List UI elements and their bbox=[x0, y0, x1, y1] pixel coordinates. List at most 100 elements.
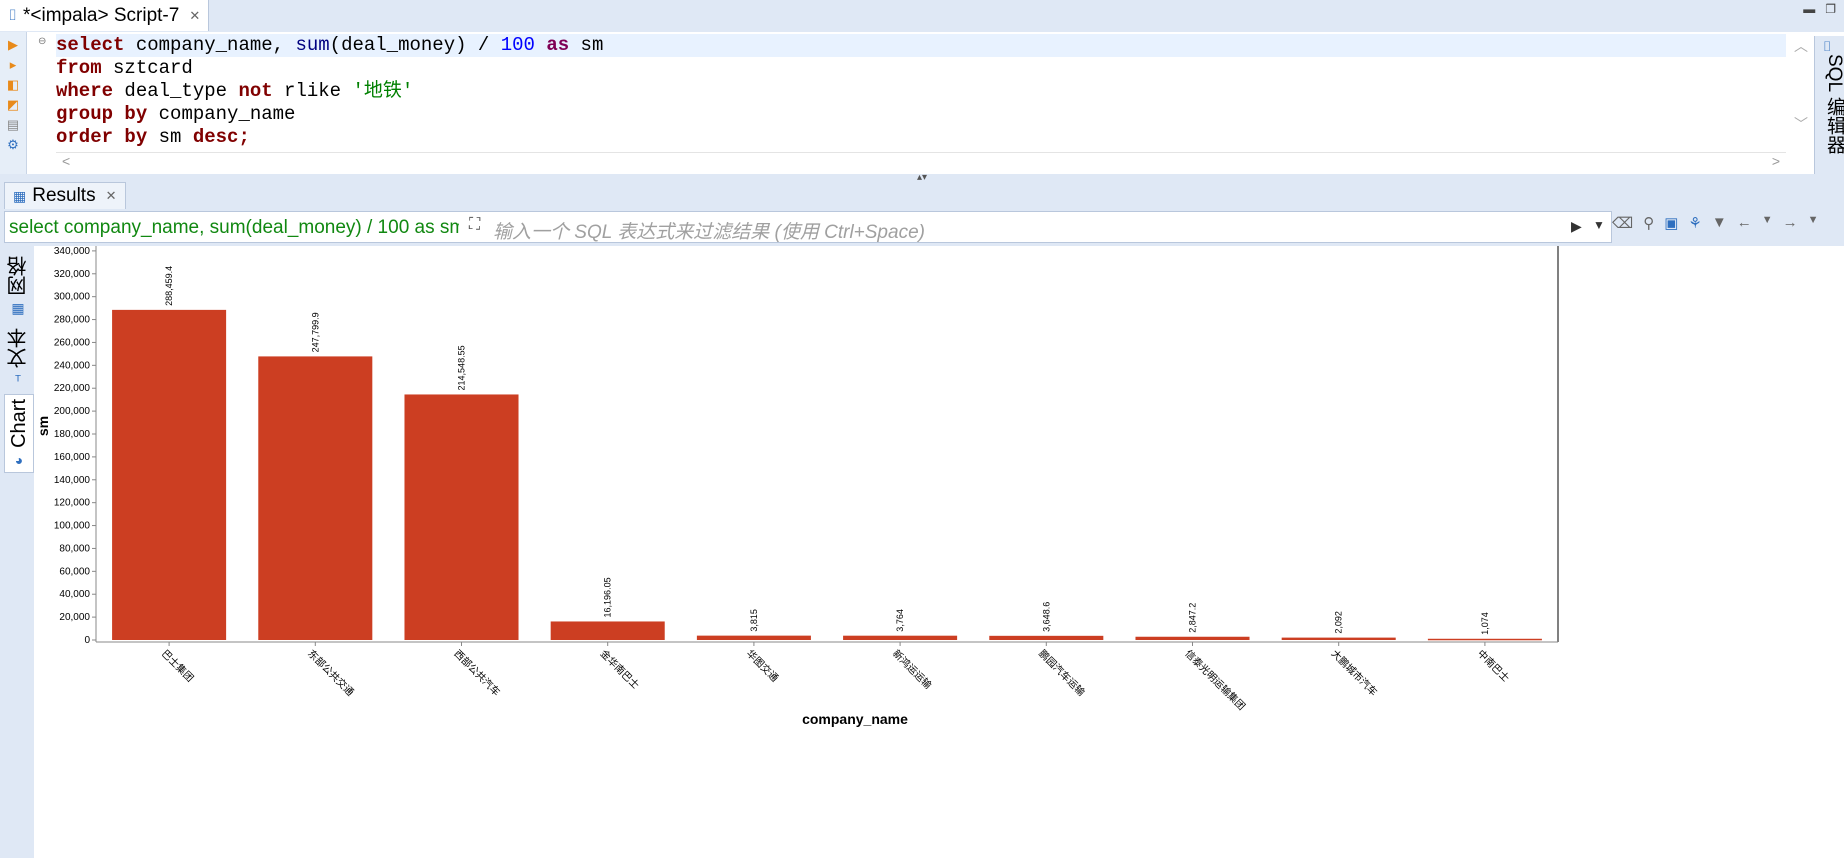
filter-input[interactable]: 输入一个 SQL 表达式来过滤结果 (使用 Ctrl+Space) bbox=[493, 217, 925, 244]
sql-editor-icon: ⌷ bbox=[1823, 38, 1832, 54]
vertical-scrollbar[interactable]: ︿ ﹀ bbox=[1790, 36, 1812, 148]
y-tick-label: 120,000 bbox=[54, 498, 91, 509]
sql-file-icon: ⌷ bbox=[8, 7, 18, 24]
data-label: 214,548.55 bbox=[457, 345, 467, 390]
explain-icon[interactable]: ◧ bbox=[6, 78, 20, 92]
y-tick-label: 140,000 bbox=[54, 475, 91, 486]
y-tick-label: 340,000 bbox=[54, 246, 91, 257]
bar bbox=[112, 309, 227, 640]
bar-chart: 0 20,000 40,000 60,000 80,000 100,000 120,000 1… bbox=[35, 246, 1559, 727]
y-tick-label: 60,000 bbox=[59, 566, 90, 577]
x-tick-label: 巴士集团 bbox=[159, 647, 196, 684]
tab-grid-label: 网格 bbox=[7, 256, 30, 296]
results-tab-bar: ▦ Results ✕ bbox=[0, 182, 1844, 210]
code-line[interactable]: order by sm desc; bbox=[56, 126, 1786, 149]
results-filter-bar[interactable]: select company_name, sum(deal_money) / 1… bbox=[4, 211, 1612, 243]
data-label: 288,459.4 bbox=[164, 266, 174, 306]
y-axis-title: sm bbox=[35, 416, 51, 436]
tab-text-label: 文本 bbox=[7, 328, 30, 368]
editor-toolbar: ▶ ▸ ◧ ◩ ▤ ⚙ bbox=[0, 32, 27, 174]
apply-filter-icon[interactable]: ▶ bbox=[1571, 218, 1582, 235]
x-tick-label: 东部公共交通 bbox=[305, 647, 357, 699]
results-toolbar: ⌫ ⚲ ▣ ⚘ ▼ ← ▼ → ▼ bbox=[1612, 214, 1819, 232]
close-icon[interactable]: ✕ bbox=[106, 188, 117, 204]
execute-icon[interactable]: ▶ bbox=[6, 38, 20, 52]
code-line[interactable]: from sztcard bbox=[56, 57, 1786, 80]
tab-script-7[interactable]: ⌷ *<impala> Script-7 ✕ bbox=[0, 0, 210, 31]
results-tab-label: Results bbox=[32, 185, 96, 206]
x-tick-label: 鹏园汽车运输 bbox=[1036, 647, 1088, 699]
close-icon[interactable]: ✕ bbox=[189, 8, 200, 24]
scroll-left-icon[interactable]: < bbox=[62, 153, 70, 169]
gear-icon[interactable]: ⚙ bbox=[6, 138, 20, 152]
tab-grid[interactable]: 网格 ▦ bbox=[4, 256, 32, 317]
minimize-icon[interactable]: ▬ bbox=[1803, 2, 1815, 16]
x-tick-label: 大鹏城市汽车 bbox=[1329, 647, 1381, 699]
panel-splitter[interactable]: ▴▾ bbox=[0, 173, 1844, 183]
y-tick-label: 300,000 bbox=[54, 292, 91, 303]
sql-editor-side-panel[interactable]: ⌷ SQL 编辑器 bbox=[1814, 36, 1844, 174]
data-label: 3,648.6 bbox=[1041, 602, 1051, 632]
results-view-switcher: 网格 ▦ 文本 ᵀ Chart ◕ bbox=[2, 246, 34, 858]
code-line[interactable]: where deal_type not rlike '地铁' bbox=[56, 80, 1786, 103]
y-tick-label: 0 bbox=[84, 635, 90, 646]
fold-icon[interactable]: ⊖ bbox=[38, 36, 46, 47]
erase-filter-icon[interactable]: ⌫ bbox=[1612, 214, 1633, 232]
x-tick-label: 华图交通 bbox=[744, 647, 781, 684]
scroll-down-icon[interactable]: ﹀ bbox=[1790, 114, 1812, 134]
code-text[interactable]: select company_name, sum(deal_money) / 1… bbox=[56, 34, 1786, 149]
scroll-right-icon[interactable]: > bbox=[1772, 153, 1780, 169]
tab-chart-label: Chart bbox=[7, 399, 30, 448]
text-icon: ᵀ bbox=[14, 372, 22, 388]
data-label: 2,092 bbox=[1334, 611, 1344, 634]
maximize-icon[interactable]: ❐ bbox=[1825, 2, 1836, 16]
active-query-text[interactable]: select company_name, sum(deal_money) / 1… bbox=[9, 217, 459, 239]
code-line[interactable]: select company_name, sum(deal_money) / 1… bbox=[56, 34, 1786, 57]
sql-editor-side-label: SQL 编辑器 bbox=[1824, 54, 1844, 154]
y-tick-label: 240,000 bbox=[54, 360, 91, 371]
tab-chart[interactable]: Chart ◕ bbox=[4, 394, 34, 473]
tab-results[interactable]: ▦ Results ✕ bbox=[4, 182, 126, 209]
y-tick-label: 20,000 bbox=[59, 612, 90, 623]
code-line[interactable]: group by company_name bbox=[56, 103, 1786, 126]
save-icon[interactable]: ▣ bbox=[1664, 214, 1678, 232]
y-tick-label: 180,000 bbox=[54, 429, 91, 440]
pie-chart-icon: ◕ bbox=[14, 451, 24, 468]
forward-dropdown-icon[interactable]: ▼ bbox=[1808, 214, 1819, 232]
load-plan-icon[interactable]: ◩ bbox=[6, 98, 20, 112]
bar bbox=[550, 621, 665, 640]
panels-dropdown-icon[interactable]: ▼ bbox=[1712, 214, 1727, 232]
expand-icon[interactable]: ⛶ bbox=[469, 216, 480, 234]
filter-history-dropdown-icon[interactable]: ▼ bbox=[1593, 218, 1605, 232]
bar bbox=[1427, 638, 1542, 641]
filter-settings-icon[interactable]: ⚲ bbox=[1643, 214, 1654, 232]
tab-text[interactable]: 文本 ᵀ bbox=[4, 328, 32, 388]
x-tick-label: 金华南巴士 bbox=[598, 647, 643, 692]
y-tick-label: 80,000 bbox=[59, 543, 90, 554]
x-tick-label: 新鸿运运输 bbox=[890, 647, 935, 692]
back-dropdown-icon[interactable]: ▼ bbox=[1762, 214, 1773, 232]
bar bbox=[1135, 636, 1250, 640]
results-grid-icon: ▦ bbox=[13, 187, 27, 204]
grid-icon: ▦ bbox=[11, 300, 25, 316]
back-icon[interactable]: ← bbox=[1737, 214, 1752, 232]
scroll-up-icon[interactable]: ︿ bbox=[1790, 36, 1812, 56]
history-icon[interactable]: ▤ bbox=[6, 118, 20, 132]
data-label: 2,847.2 bbox=[1188, 603, 1198, 633]
execute-script-icon[interactable]: ▸ bbox=[6, 58, 20, 72]
data-label: 3,764 bbox=[895, 609, 905, 632]
panels-icon[interactable]: ⚘ bbox=[1688, 214, 1701, 232]
y-tick-label: 160,000 bbox=[54, 452, 91, 463]
x-tick-label: 信泰光明运输集团 bbox=[1182, 647, 1248, 713]
y-tick-label: 260,000 bbox=[54, 337, 91, 348]
x-tick-label: 中南巴士 bbox=[1475, 647, 1512, 684]
data-label: 247,799.9 bbox=[310, 312, 320, 352]
data-label: 1,074 bbox=[1480, 612, 1490, 635]
x-axis-title: company_name bbox=[802, 711, 908, 727]
editor-tab-bar: ⌷ *<impala> Script-7 ✕ ▬ ❐ bbox=[0, 0, 1844, 33]
forward-icon[interactable]: → bbox=[1783, 214, 1798, 232]
data-label: 3,815 bbox=[749, 609, 759, 632]
bar bbox=[696, 635, 811, 640]
data-label: 16,196.05 bbox=[603, 577, 613, 617]
horizontal-scrollbar[interactable]: < > bbox=[56, 152, 1786, 171]
